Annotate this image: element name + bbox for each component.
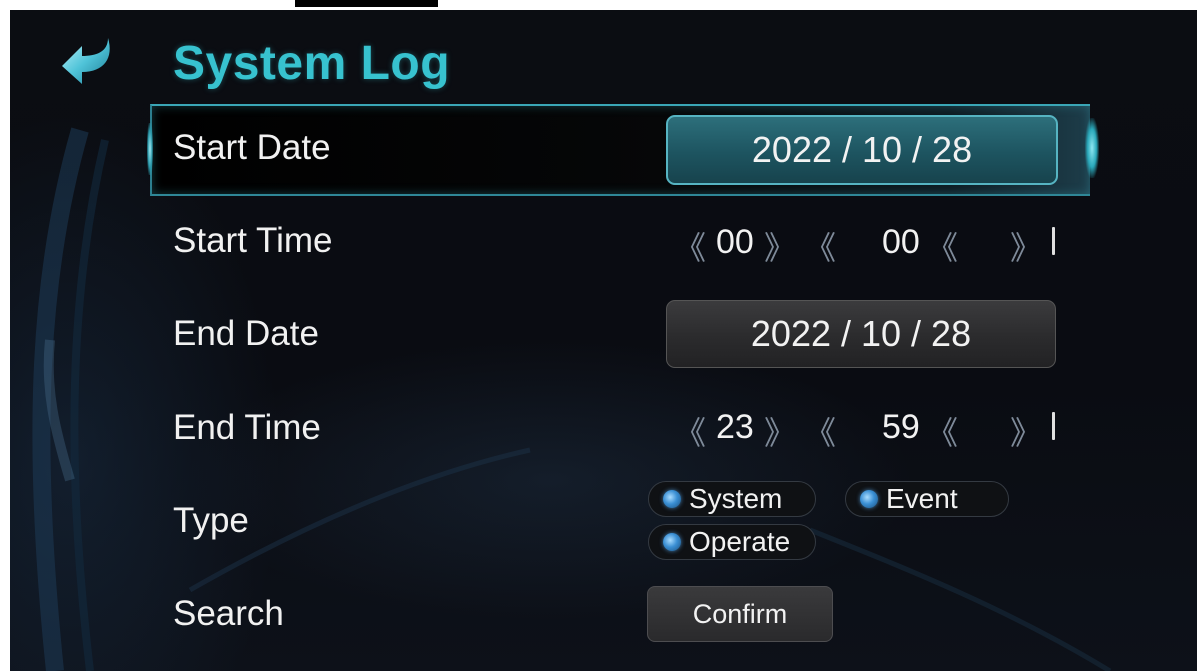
end-minute-decrease-icon[interactable]: 《 <box>804 408 836 454</box>
end-second-decrease-icon[interactable]: 》 <box>1010 408 1042 454</box>
type-option-system[interactable]: System <box>648 481 816 517</box>
start-date-field[interactable]: 2022 / 10 / 28 <box>666 115 1058 185</box>
type-option-label: Operate <box>689 526 791 557</box>
start-hour-increase-icon[interactable]: 》 <box>764 223 796 269</box>
type-option-label: Event <box>886 483 958 514</box>
start-date-label: Start Date <box>173 128 331 167</box>
highlight-left-glow <box>147 123 153 175</box>
start-hour-decrease-icon[interactable]: 《 <box>674 223 706 269</box>
radio-dot-icon <box>663 533 681 551</box>
type-label: Type <box>173 501 249 540</box>
type-option-operate[interactable]: Operate <box>648 524 816 560</box>
end-date-field[interactable]: 2022 / 10 / 28 <box>666 300 1056 368</box>
back-arrow-icon[interactable] <box>58 32 114 94</box>
start-hour-value: 00 <box>716 223 754 261</box>
start-minute-increase-icon[interactable]: 《 <box>926 223 958 269</box>
start-time-label: Start Time <box>173 221 333 260</box>
confirm-button[interactable]: Confirm <box>647 586 833 642</box>
search-label: Search <box>173 594 284 633</box>
end-time-picker: 《 23 》 《 59 《 》 <box>674 408 1064 452</box>
highlight-right-glow <box>1085 118 1099 178</box>
end-time-label: End Time <box>173 408 321 447</box>
end-second-clipped <box>1052 412 1055 440</box>
page-title: System Log <box>173 37 451 90</box>
start-time-picker: 《 00 》 《 00 《 》 <box>674 223 1064 267</box>
radio-dot-icon <box>663 490 681 508</box>
system-log-screen: System Log Start Date 2022 / 10 / 28 Sta… <box>10 10 1197 671</box>
end-hour-increase-icon[interactable]: 》 <box>764 408 796 454</box>
radio-dot-icon <box>860 490 878 508</box>
end-hour-decrease-icon[interactable]: 《 <box>674 408 706 454</box>
end-hour-value: 23 <box>716 408 754 446</box>
top-bar-block <box>295 0 438 7</box>
type-option-event[interactable]: Event <box>845 481 1009 517</box>
start-minute-decrease-icon[interactable]: 《 <box>804 223 836 269</box>
end-minute-value: 59 <box>882 408 920 446</box>
end-date-label: End Date <box>173 314 319 353</box>
type-option-label: System <box>689 483 783 514</box>
start-second-decrease-icon[interactable]: 》 <box>1010 223 1042 269</box>
end-minute-increase-icon[interactable]: 《 <box>926 408 958 454</box>
start-second-clipped <box>1052 227 1055 255</box>
start-minute-value: 00 <box>882 223 920 261</box>
